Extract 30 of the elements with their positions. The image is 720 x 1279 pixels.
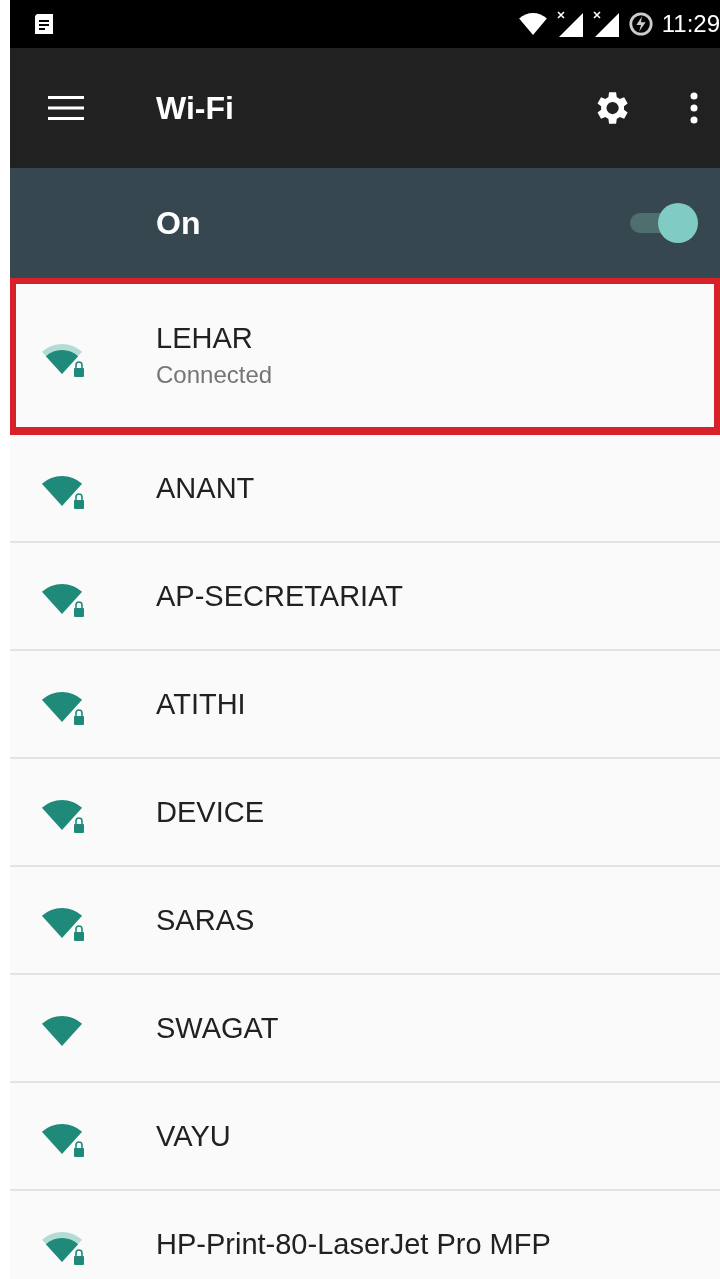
network-row[interactable]: ATITHI [10,651,720,759]
network-name: ANANT [156,471,255,505]
network-row[interactable]: DEVICE [10,759,720,867]
network-name: DEVICE [156,795,264,829]
message-notification-icon [34,13,54,35]
battery-saver-icon [627,11,654,37]
network-name: LEHAR [156,322,254,355]
network-row[interactable]: LEHAR Connected [10,278,720,435]
network-name: VAYU [156,1119,231,1153]
network-name: SARAS [156,903,255,937]
network-row[interactable]: SWAGAT [10,975,720,1083]
menu-icon[interactable] [48,95,84,121]
cell-signal-icon [591,10,620,38]
network-row[interactable]: AP-SECRETARIAT [10,543,720,651]
switch-label: On [156,204,201,242]
connection-status: Connected [156,361,273,389]
more-options-icon[interactable] [690,92,698,124]
network-row[interactable]: VAYU [10,1083,720,1191]
wifi-signal-icon [517,12,548,36]
network-row[interactable]: SARAS [10,867,720,975]
network-name: ATITHI [156,687,246,721]
network-name: SWAGAT [156,1011,279,1045]
wifi-toggle-switch[interactable] [628,202,698,244]
network-row[interactable]: ANANT [10,435,720,543]
cell-signal-icon [555,10,584,38]
screen-title: Wi-Fi [156,89,235,127]
network-row[interactable]: HP-Print-80-LaserJet Pro MFP [10,1191,720,1279]
clock-time: 11:29 [661,10,720,38]
network-name: AP-SECRETARIAT [156,579,404,613]
network-name: HP-Print-80-LaserJet Pro MFP [156,1227,551,1261]
